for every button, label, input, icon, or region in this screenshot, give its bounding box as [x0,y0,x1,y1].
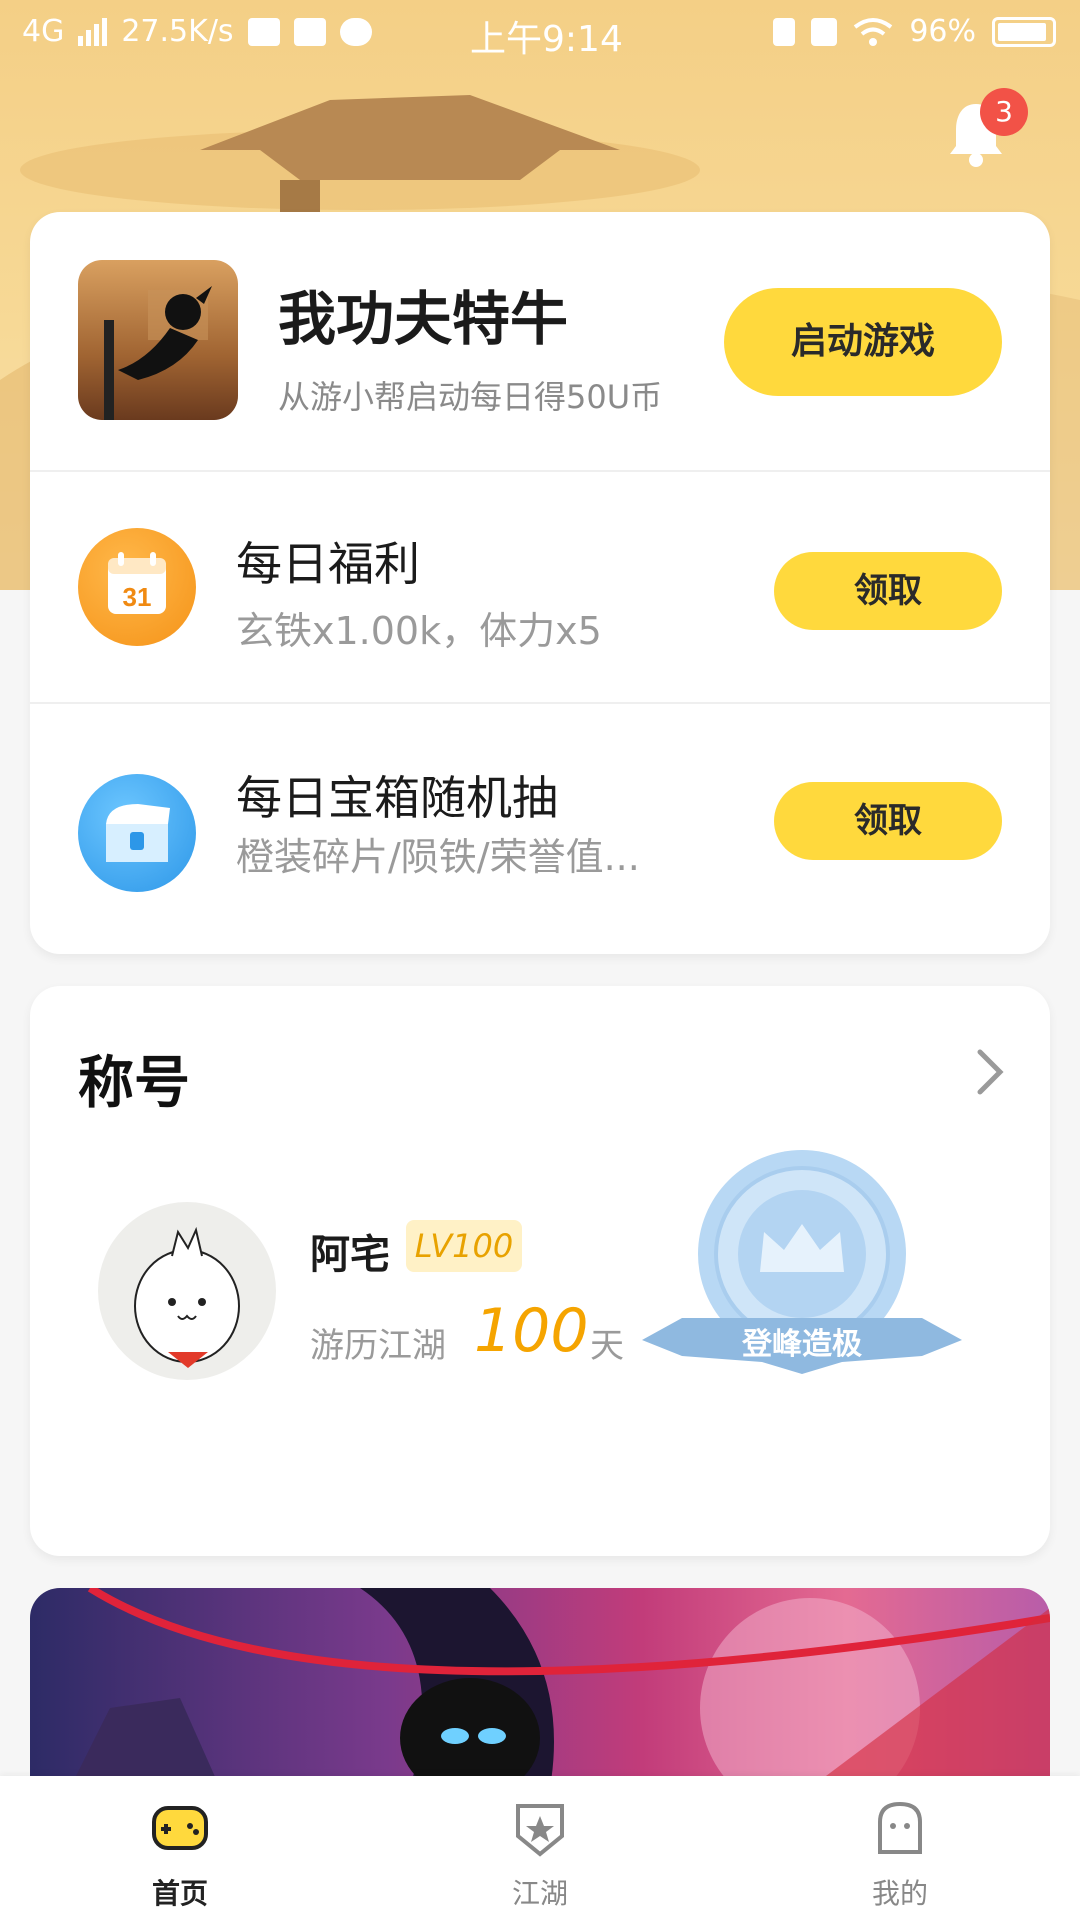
promo-banner[interactable] [30,1588,1050,1788]
status-time: 上午9:14 [470,19,623,60]
daily-chest-row: 每日宝箱随机抽 橙装碎片/陨铁/荣誉值... 领取 [30,702,1050,956]
claim-welfare-button[interactable]: 领取 [774,552,1002,630]
calendar-glyph: 31 [108,552,166,614]
mascot-avatar-icon [134,1226,240,1368]
video-icon [293,17,326,46]
ghost-icon [878,1801,922,1854]
travel-label: 游历江湖 [310,1326,446,1366]
shield-star-icon [516,1804,564,1857]
wifi-icon [854,17,893,46]
battery-icon [992,16,1056,47]
title-card[interactable]: 称号 阿宅 LV100 游历江湖 100 天 登峰造极 [30,986,1050,1556]
calendar-day: 31 [123,582,152,612]
travel-days: 100 [474,1296,589,1366]
claim-chest-button[interactable]: 领取 [774,782,1002,860]
user-name: 阿宅 [310,1232,390,1278]
tab-home[interactable]: 首页 [80,1776,280,1920]
status-bar: 4G 27.5K/s 上午9:14 96% [0,0,1080,72]
section-heading: 称号 [78,1051,190,1116]
tab-jianghu-label: 江湖 [511,1877,568,1910]
chest-icon [78,774,196,892]
tab-jianghu[interactable]: 江湖 [440,1776,640,1920]
calendar-icon: 31 [78,528,196,646]
mute-icon [811,17,838,46]
tab-mine-label: 我的 [871,1877,928,1910]
bottom-tab-bar: 首页 江湖 我的 [0,1776,1080,1920]
signal-icon [78,17,108,46]
network-speed: 27.5K/s [121,14,234,49]
daily-chest-subtitle: 橙装碎片/陨铁/荣誉值... [236,835,640,879]
travel-unit: 天 [590,1326,624,1366]
ninja-banner-illustration [70,1588,1050,1788]
tab-home-label: 首页 [151,1877,208,1910]
ninja-silhouette-icon [104,286,212,420]
game-subtitle: 从游小帮启动每日得50U币 [278,378,663,416]
gamepad-icon [152,1806,208,1850]
medal-badge[interactable]: 登峰造极 [642,1142,962,1402]
game-row: 我功夫特牛 从游小帮启动每日得50U币 启动游戏 [30,212,1050,470]
notification-badge: 3 [980,88,1028,136]
avatar[interactable] [98,1202,276,1380]
network-type: 4G [22,14,65,49]
medal-label: 登峰造极 [741,1327,862,1362]
chevron-right-icon[interactable] [970,1044,1010,1100]
game-icon[interactable] [78,260,238,420]
chat-icon [339,17,372,46]
tab-mine[interactable]: 我的 [800,1776,1000,1920]
level-badge: LV100 [406,1220,522,1272]
battery-percent: 96% [909,14,976,49]
launch-game-button[interactable]: 启动游戏 [724,288,1002,396]
daily-welfare-subtitle: 玄铁x1.00k，体力x5 [236,609,602,653]
game-title: 我功夫特牛 [278,285,569,353]
daily-welfare-title: 每日福利 [236,537,420,591]
daily-welfare-row: 31 每日福利 玄铁x1.00k，体力x5 领取 [30,470,1050,704]
chest-glyph [106,804,170,862]
mail-icon [247,17,280,46]
daily-chest-title: 每日宝箱随机抽 [236,771,558,825]
battery-saver-icon [773,17,796,46]
game-card: 我功夫特牛 从游小帮启动每日得50U币 启动游戏 31 每日福利 玄铁x1.00… [30,212,1050,954]
